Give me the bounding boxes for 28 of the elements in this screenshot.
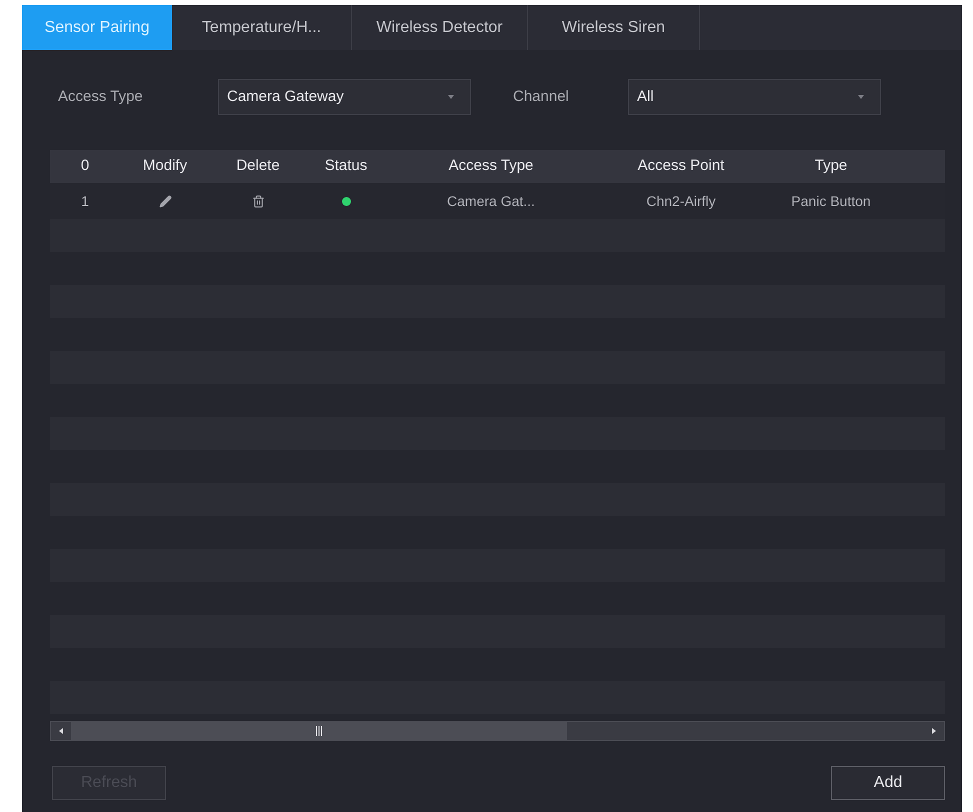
right-arrow-icon[interactable] (932, 728, 936, 734)
left-arrow-icon[interactable] (59, 728, 63, 734)
column-header: Access Point (636, 156, 726, 176)
table-cell-text: Camera Gat... (446, 192, 536, 210)
table-cell-text: Panic Button (790, 192, 872, 210)
dropdown[interactable]: All (628, 79, 881, 115)
tab[interactable]: Temperature/H... (172, 5, 352, 50)
table-cell-text: Chn2-Airfly (645, 192, 717, 211)
table-cell-text: 1 (80, 192, 90, 210)
edit-icon[interactable] (158, 194, 172, 208)
caret-icon (448, 95, 454, 99)
dropdown[interactable]: Camera Gateway (218, 79, 471, 115)
column-header: Delete (235, 156, 281, 176)
scrollbar-thumb[interactable] (71, 722, 567, 740)
caret-icon (858, 95, 864, 99)
filter-label: Access Type (57, 86, 144, 107)
tab[interactable]: Wireless Detector (352, 5, 528, 50)
horizontal-scrollbar[interactable] (50, 721, 945, 741)
column-header: Status (324, 156, 368, 176)
column-header: 0 (80, 156, 90, 176)
column-header: Access Type (448, 156, 534, 176)
action-button[interactable]: Add (831, 766, 945, 800)
column-header: Type (814, 156, 848, 176)
filter-label: Channel (512, 86, 570, 107)
grip-icon (316, 726, 322, 736)
column-header: Modify (142, 156, 188, 176)
trash-icon[interactable] (252, 194, 264, 208)
tab[interactable]: Wireless Siren (528, 5, 700, 50)
